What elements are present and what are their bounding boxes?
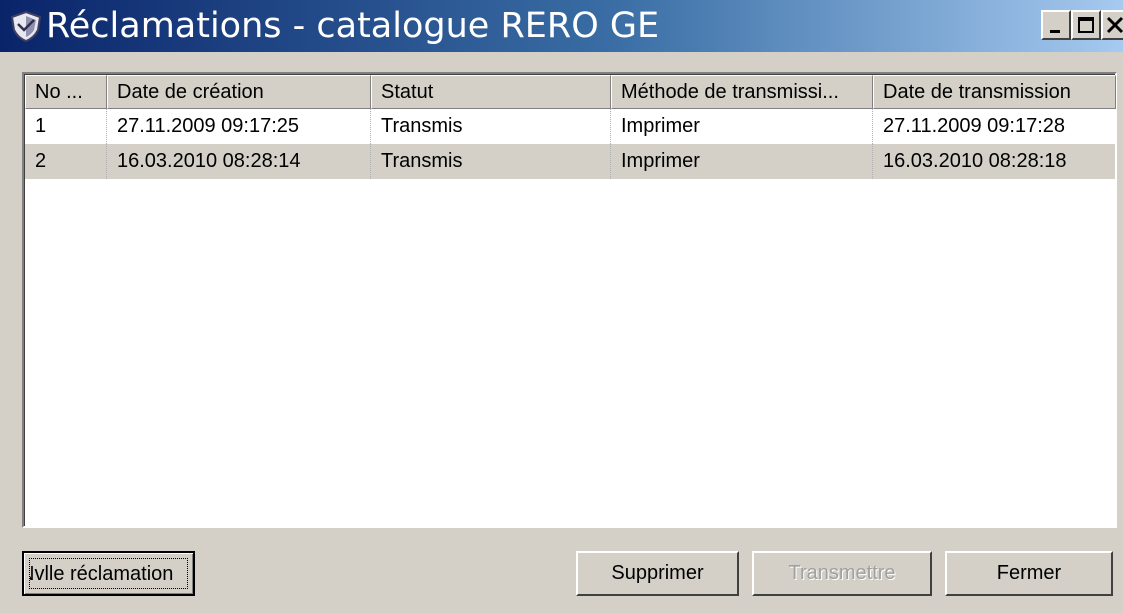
cell-transmission-method: Imprimer	[611, 109, 873, 144]
cell-status: Transmis	[371, 109, 611, 144]
claims-table[interactable]: No ... Date de création Statut Méthode d…	[22, 72, 1117, 528]
cell-number: 2	[25, 144, 107, 179]
table-row[interactable]: 1 27.11.2009 09:17:25 Transmis Imprimer …	[25, 109, 1115, 144]
column-header-transmission-method[interactable]: Méthode de transmissi...	[611, 75, 873, 109]
column-header-status[interactable]: Statut	[371, 75, 611, 109]
new-claim-label: Nvlle réclamation	[29, 558, 188, 589]
delete-button[interactable]: Supprimer	[576, 551, 739, 596]
cell-transmission-method: Imprimer	[611, 144, 873, 179]
cell-creation-date: 16.03.2010 08:28:14	[107, 144, 371, 179]
cell-creation-date: 27.11.2009 09:17:25	[107, 109, 371, 144]
close-button[interactable]	[1101, 10, 1123, 40]
cell-number: 1	[25, 109, 107, 144]
dialog-window: Réclamations - catalogue RERO GE No ... …	[0, 0, 1123, 613]
column-header-number[interactable]: No ...	[25, 75, 107, 109]
new-claim-button[interactable]: Nvlle réclamation	[22, 551, 195, 596]
title-bar[interactable]: Réclamations - catalogue RERO GE	[0, 0, 1123, 52]
table-row-selected[interactable]: 2 16.03.2010 08:28:14 Transmis Imprimer …	[25, 144, 1115, 179]
column-header-transmission-date[interactable]: Date de transmission	[873, 75, 1116, 109]
column-header-creation-date[interactable]: Date de création	[107, 75, 371, 109]
cell-transmission-date: 27.11.2009 09:17:28	[883, 115, 1066, 137]
cell-status: Transmis	[371, 144, 611, 179]
table-header: No ... Date de création Statut Méthode d…	[25, 75, 1116, 109]
close-dialog-button[interactable]: Fermer	[945, 551, 1113, 596]
shield-icon	[8, 10, 44, 43]
transmit-button[interactable]: Transmettre	[752, 551, 932, 596]
maximize-button[interactable]	[1071, 10, 1101, 40]
cell-transmission-date: 16.03.2010 08:28:18	[883, 150, 1067, 172]
minimize-button[interactable]	[1041, 10, 1071, 40]
window-title: Réclamations - catalogue RERO GE	[46, 6, 660, 46]
